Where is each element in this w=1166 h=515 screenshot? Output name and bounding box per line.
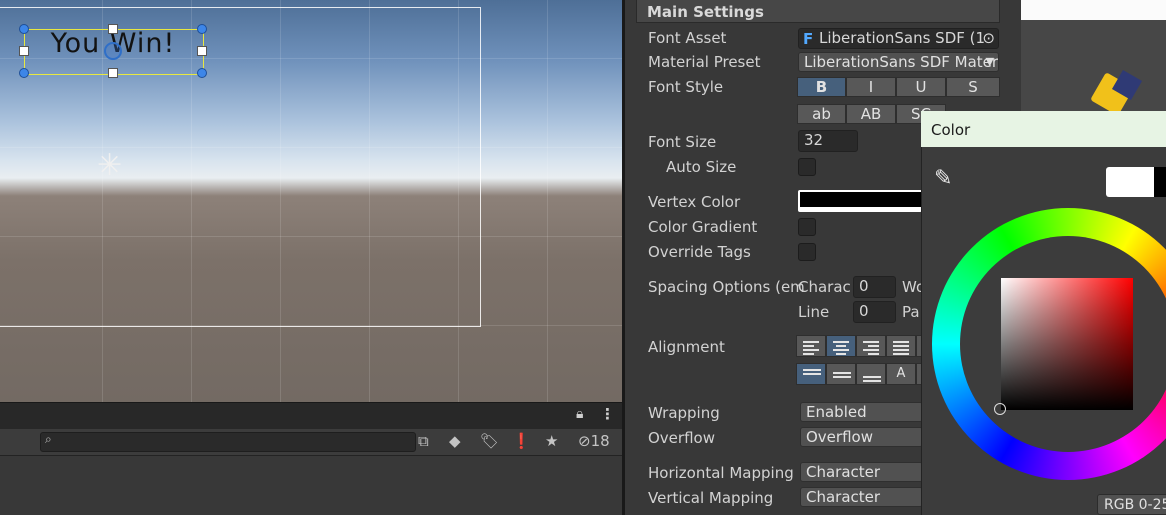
vertex-color-swatch: [800, 192, 922, 207]
previous-color-swatch[interactable]: [1154, 167, 1166, 197]
lock-icon[interactable]: 🔒︎: [576, 406, 583, 422]
font-asset-value: LiberationSans SDF (1: [819, 29, 986, 47]
color-gradient-label: Color Gradient: [648, 218, 758, 236]
rect-edge-handle[interactable]: [197, 46, 207, 56]
filter-by-type-icon[interactable]: ◆: [449, 432, 461, 450]
align-baseline-icon[interactable]: A: [886, 363, 916, 385]
font-size-label: Font Size: [648, 133, 717, 151]
open-window-icon[interactable]: ⧉: [418, 432, 429, 450]
character-spacing-input[interactable]: 0: [853, 276, 896, 298]
directional-light-icon[interactable]: ✳: [97, 151, 122, 181]
more-options-icon[interactable]: ⋮: [600, 405, 615, 423]
material-preset-value: LiberationSans SDF Materi: [804, 53, 999, 71]
rect-corner-handle[interactable]: [19, 68, 29, 78]
horizontal-mapping-dropdown[interactable]: Character: [800, 462, 923, 482]
alignment-label: Alignment: [648, 338, 725, 356]
search-input[interactable]: ⌕: [40, 432, 416, 452]
vertical-mapping-label: Vertical Mapping: [648, 489, 774, 507]
font-asset-field[interactable]: F LiberationSans SDF (1 ⊙: [798, 28, 999, 49]
hidden-packages-toggle[interactable]: ⊘18: [578, 432, 610, 450]
override-tags-checkbox[interactable]: [798, 243, 816, 261]
pivot-handle[interactable]: [104, 42, 122, 60]
filter-by-log-icon[interactable]: ❗: [512, 432, 531, 450]
color-picker-titlebar[interactable]: Color: [921, 111, 1166, 147]
line-spacing-input[interactable]: 0: [853, 301, 896, 323]
auto-size-label: Auto Size: [666, 158, 737, 176]
strikethrough-button[interactable]: S: [946, 77, 1000, 97]
rect-edge-handle[interactable]: [108, 24, 118, 34]
color-mode-dropdown[interactable]: RGB 0-25: [1097, 494, 1166, 515]
search-icon: ⌕: [45, 432, 52, 446]
font-asset-label: Font Asset: [648, 29, 727, 47]
rect-corner-handle[interactable]: [19, 24, 29, 34]
vertex-color-field[interactable]: [798, 190, 922, 212]
font-size-input[interactable]: 32: [798, 130, 858, 152]
rect-edge-handle[interactable]: [19, 46, 29, 56]
color-gradient-checkbox[interactable]: [798, 218, 816, 236]
rect-corner-handle[interactable]: [197, 24, 207, 34]
section-title: Main Settings: [647, 3, 764, 21]
hidden-count: 18: [590, 432, 610, 450]
rect-edge-handle[interactable]: [108, 68, 118, 78]
filter-by-label-icon[interactable]: 🏷︎: [480, 432, 499, 450]
preview-header: [1021, 0, 1166, 20]
character-spacing-label: Charac: [798, 278, 851, 296]
saturation-value-box[interactable]: [1001, 278, 1133, 410]
align-center-button[interactable]: [826, 335, 856, 357]
lowercase-button[interactable]: ab: [797, 104, 846, 124]
align-top-button[interactable]: [796, 363, 826, 385]
underline-button[interactable]: U: [896, 77, 946, 97]
overflow-dropdown[interactable]: Overflow: [800, 427, 923, 447]
object-picker-icon[interactable]: ⊙: [982, 29, 995, 47]
align-middle-button[interactable]: [826, 363, 856, 385]
override-tags-label: Override Tags: [648, 243, 751, 261]
auto-size-checkbox[interactable]: [798, 158, 816, 176]
align-right-button[interactable]: [856, 335, 886, 357]
overflow-label: Overflow: [648, 429, 715, 447]
font-style-label: Font Style: [648, 78, 724, 96]
bold-button[interactable]: B: [797, 77, 846, 97]
align-justified-button[interactable]: [886, 335, 916, 357]
color-cursor[interactable]: [994, 403, 1006, 415]
eye-slash-icon: ⊘: [578, 432, 591, 450]
grid-line: [547, 0, 548, 402]
line-spacing-label: Line: [798, 303, 830, 321]
vertical-mapping-dropdown[interactable]: Character: [800, 487, 923, 507]
project-panel-body: [0, 456, 622, 515]
current-color-swatch: [1106, 167, 1154, 197]
material-preset-label: Material Preset: [648, 53, 761, 71]
uppercase-button[interactable]: AB: [846, 104, 896, 124]
horizontal-mapping-label: Horizontal Mapping: [648, 464, 794, 482]
eyedropper-icon[interactable]: ✎: [934, 166, 952, 191]
align-bottom-button[interactable]: [856, 363, 886, 385]
wrapping-dropdown[interactable]: Enabled: [800, 402, 923, 422]
rect-corner-handle[interactable]: [197, 68, 207, 78]
align-left-button[interactable]: [796, 335, 826, 357]
material-preset-dropdown[interactable]: LiberationSans SDF Materi ▼: [798, 52, 999, 72]
spacing-options-label: Spacing Options (em: [648, 278, 805, 296]
main-settings-header[interactable]: Main Settings: [636, 0, 1000, 23]
wrapping-label: Wrapping: [648, 404, 720, 422]
panel-tab-bar: [0, 402, 622, 430]
color-picker-title: Color: [931, 121, 971, 139]
favorites-star-icon[interactable]: ★: [545, 432, 558, 450]
font-asset-icon: F: [803, 30, 814, 48]
paragraph-spacing-label: Pa: [902, 303, 920, 321]
italic-button[interactable]: I: [846, 77, 896, 97]
chevron-down-icon: ▼: [985, 55, 994, 68]
vertex-color-label: Vertex Color: [648, 193, 741, 211]
